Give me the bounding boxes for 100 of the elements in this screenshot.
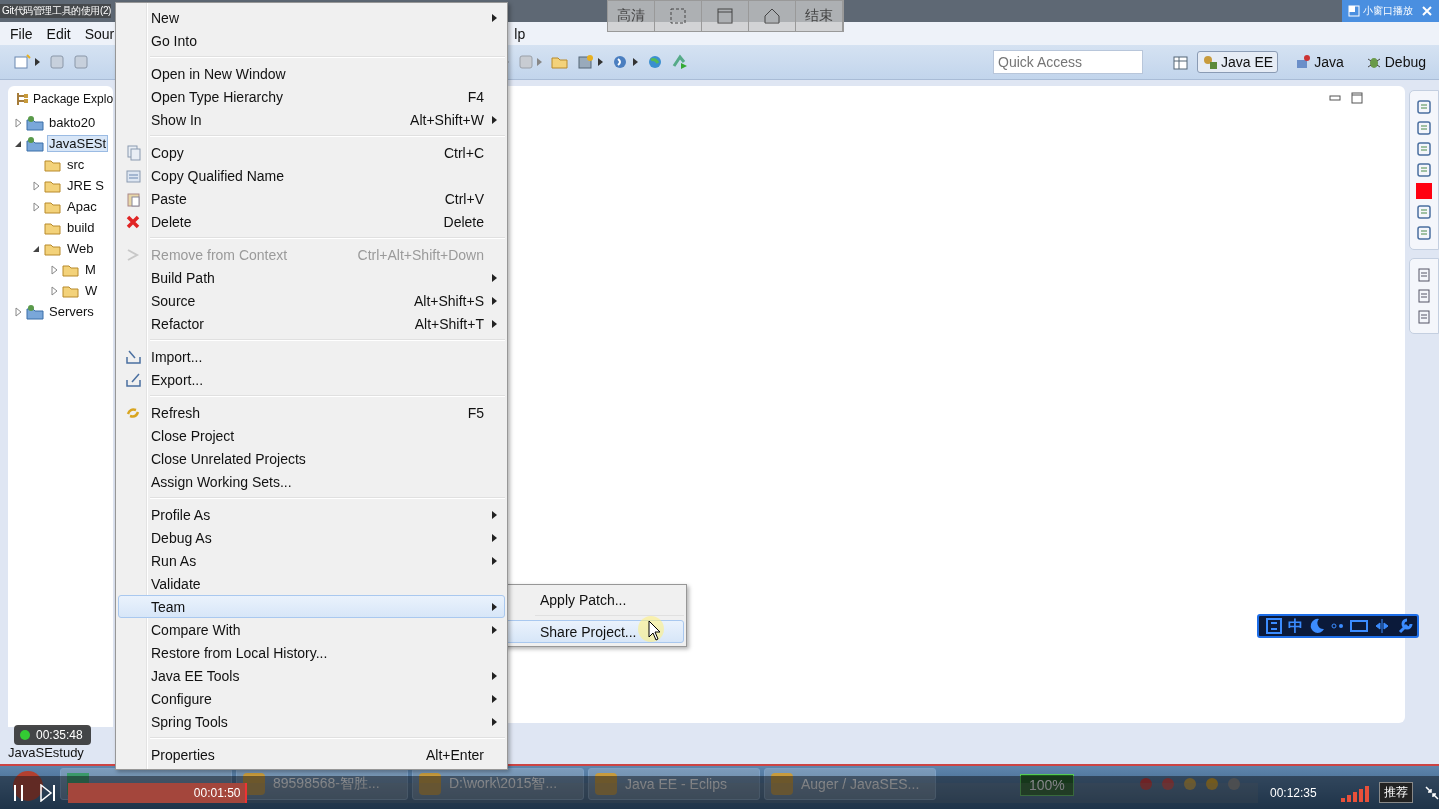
window-icon [716,7,734,25]
tree-item[interactable]: JavaSESt [47,135,109,152]
menu-item[interactable]: Configure [118,687,505,710]
menu-item[interactable]: Open Type Hierarchy F4 [118,85,505,108]
recording-timer: 00:35:48 [14,725,91,745]
menu-item[interactable]: Compare With [118,618,505,641]
tray-icon [1181,776,1198,792]
menu-item[interactable]: File [10,25,33,42]
java-icon [1295,54,1312,70]
split-icon [1373,617,1391,635]
export-icon [124,371,142,388]
import-icon [124,348,142,365]
project-icon [26,135,44,152]
menu-item[interactable]: Build Path [118,266,505,289]
menu-item[interactable]: Close Project [118,424,505,447]
perspective-tab[interactable]: Debug [1360,51,1431,73]
keyboard-icon [1350,617,1368,635]
crop-icon [669,7,687,25]
perspective-tab[interactable]: Java EE [1197,51,1279,73]
menu-item[interactable]: Sour [84,25,115,42]
menu-item[interactable]: Copy Ctrl+C [118,141,505,164]
menu-item[interactable]: Paste Ctrl+V [118,187,505,210]
panel-title: Package Explo [33,92,113,106]
new-server-icon [577,54,595,70]
punctuation-icon [1331,623,1345,629]
quick-access-field[interactable]: Quick Access [993,50,1143,74]
menu-item[interactable]: Show In Alt+Shift+W [118,108,505,131]
menu-item[interactable]: Delete Delete [118,210,505,233]
menu-item[interactable]: Team [118,595,505,618]
moon-icon [1308,617,1326,635]
skip-next-icon [40,783,56,802]
tree-item[interactable]: bakto20 [47,114,98,131]
menu-item[interactable]: Run As [118,549,505,572]
wrench-icon [1396,617,1414,635]
mini-window-icon [1348,5,1360,17]
player-button[interactable]: 高清 [608,1,655,31]
pause-icon [12,783,26,802]
clipboard-icon [124,167,142,184]
home-icon [763,7,781,25]
recommend-button[interactable]: 推荐 [1378,782,1413,803]
caret-icon [632,58,639,66]
caret-icon [536,58,543,66]
ime-logo-icon [1265,617,1283,635]
app-icon [241,771,267,797]
status-dot-icon [20,730,30,740]
copy-icon [124,144,142,161]
menu-item[interactable]: Close Unrelated Projects [118,447,505,470]
new-wizard-icon [14,54,32,70]
menu-item[interactable]: Profile As [118,503,505,526]
player-button[interactable]: 结束 [796,1,843,31]
caret-icon [597,58,604,66]
menu-item[interactable]: Export... [118,368,505,391]
menu-item[interactable]: Copy Qualified Name [118,164,505,187]
menu-item[interactable]: Import... [118,345,505,368]
tree-item[interactable]: build [65,219,97,236]
app-icon [417,771,443,797]
battery-indicator: 100% [1020,774,1074,796]
menu-item[interactable]: Properties Alt+Enter [118,743,505,766]
minimize-icon [1329,92,1341,104]
paste-icon [124,190,142,207]
input-mode-toggle[interactable]: 中 [1288,616,1303,636]
menu-item[interactable]: New [118,6,505,29]
tree-item[interactable]: Web [65,240,96,257]
total-time: 00:12:35 [1270,785,1317,800]
app-icon [769,771,795,797]
menu-item[interactable]: Java EE Tools [118,664,505,687]
menu-item[interactable]: Edit [46,25,71,42]
menu-item[interactable]: Spring Tools [118,710,505,733]
package-explorer-icon [16,92,30,106]
status-text: JavaSEstudy [8,745,84,760]
signal-icon [1340,783,1369,802]
perspective-tab[interactable]: Java [1290,51,1349,73]
menu-item[interactable]: Refactor Alt+Shift+T [118,312,505,335]
caret-icon [34,58,41,66]
menu-item[interactable]: Open in New Window [118,62,505,85]
video-title: Git代码管理工具的使用(2) [0,4,111,18]
menu-item[interactable]: Refresh F5 [118,401,505,424]
tree-item[interactable]: W [83,282,100,299]
tree-item[interactable]: src [65,156,87,173]
project-icon [26,303,44,320]
start-orb-icon [11,769,45,803]
menu-item[interactable]: Apply Patch... [505,588,684,611]
menu-item[interactable]: Go Into [118,29,505,52]
menu-item[interactable]: Validate [118,572,505,595]
menu-item[interactable]: Source Alt+Shift+S [118,289,505,312]
java-ee-icon [1202,54,1218,70]
exit-fullscreen-icon [1424,785,1439,800]
tree-item[interactable]: JRE S [65,177,106,194]
tree-item[interactable]: M [83,261,98,278]
menu-item[interactable]: Debug As [118,526,505,549]
menu-item[interactable]: Assign Working Sets... [118,470,505,493]
menu-item[interactable]: Restore from Local History... [118,641,505,664]
tree-item[interactable]: Servers [47,303,96,320]
tree-item[interactable]: Apac [65,198,99,215]
tray-icon [1203,776,1220,792]
menu-item[interactable]: Share Project... [505,620,684,643]
menu-item[interactable]: lp [514,25,526,42]
maximize-icon [1351,92,1363,104]
close-icon [1421,5,1433,17]
run-server-icon [671,54,689,70]
